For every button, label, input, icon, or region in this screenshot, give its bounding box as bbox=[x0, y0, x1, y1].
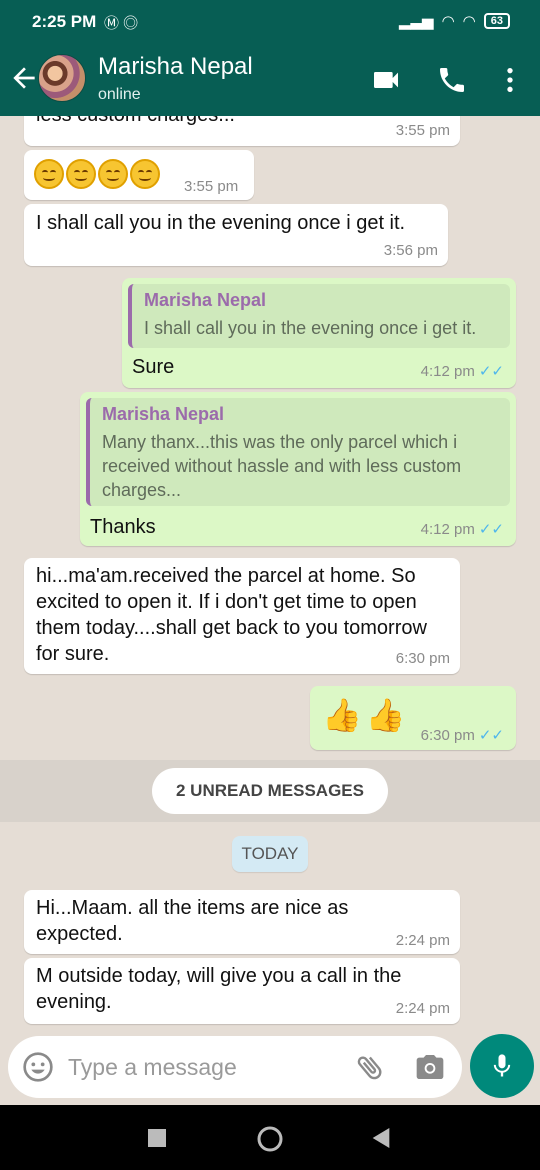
message-incoming-emoji[interactable]: 3:55 pm bbox=[24, 150, 254, 200]
smiling-face-icon bbox=[98, 159, 128, 189]
message-time: 2:24 pm bbox=[395, 932, 450, 949]
contact-name[interactable]: Marisha Nepal bbox=[98, 53, 253, 81]
home-icon[interactable] bbox=[256, 1125, 284, 1153]
read-receipt-icon: ✓✓ bbox=[478, 727, 504, 744]
status-bar: 2:25 PM Ⓜ ◎ ▂▃▅ ◠ ◠ 63 bbox=[0, 0, 540, 42]
more-options-icon[interactable] bbox=[494, 64, 526, 96]
smiling-face-emojis bbox=[34, 159, 162, 189]
video-call-icon[interactable] bbox=[370, 64, 402, 96]
signal-icon: ▂▃▅ bbox=[398, 13, 434, 30]
read-receipt-icon: ✓✓ bbox=[478, 521, 504, 538]
message-time: 4:12 pm bbox=[420, 521, 475, 538]
smiling-face-icon bbox=[130, 159, 160, 189]
chat-header: Marisha Nepal online bbox=[0, 42, 540, 116]
message-input-bar[interactable]: Type a message bbox=[8, 1036, 462, 1098]
thumbs-up-emojis: 👍 👍 bbox=[322, 696, 410, 734]
quoted-text: I shall call you in the evening once i g… bbox=[144, 318, 477, 338]
message-text: M outside today, will give you a call in… bbox=[36, 965, 402, 1013]
attach-icon[interactable] bbox=[354, 1051, 386, 1083]
message-time: 2:24 pm bbox=[395, 1000, 450, 1017]
message-time-status: 6:30 pm ✓✓ bbox=[421, 726, 504, 744]
notification-icons: Ⓜ ◎ bbox=[104, 15, 139, 32]
quoted-message[interactable]: Marisha Nepal Many thanx...this was the … bbox=[86, 398, 510, 506]
voice-record-button[interactable] bbox=[470, 1034, 534, 1098]
message-text: Thanks bbox=[90, 516, 156, 538]
message-time-status: 4:12 pm ✓✓ bbox=[421, 362, 504, 380]
message-incoming[interactable]: I shall call you in the evening once i g… bbox=[24, 204, 448, 266]
message-text: I shall call you in the evening once i g… bbox=[36, 212, 406, 234]
emoji-icon[interactable] bbox=[22, 1051, 54, 1083]
message-time-status: 4:12 pm ✓✓ bbox=[421, 520, 504, 538]
microphone-icon bbox=[493, 1054, 511, 1077]
status-right-icons: ▂▃▅ ◠ ◠ 63 bbox=[399, 12, 510, 30]
contact-avatar[interactable] bbox=[38, 54, 86, 102]
message-time: 6:30 pm bbox=[395, 650, 450, 667]
message-outgoing-emoji[interactable]: 👍 👍 6:30 pm ✓✓ bbox=[310, 686, 516, 750]
chat-area[interactable]: less custom charges... 3:55 pm 3:55 pm I… bbox=[0, 116, 540, 1030]
message-time: 6:30 pm bbox=[420, 727, 475, 744]
wifi-icon-secondary: ◠ bbox=[462, 13, 476, 30]
message-time: 3:55 pm bbox=[395, 122, 450, 139]
unread-messages-label: 2 UNREAD MESSAGES bbox=[152, 768, 388, 814]
message-text: less custom charges... bbox=[36, 116, 235, 128]
date-separator: TODAY bbox=[232, 836, 308, 872]
quoted-message[interactable]: Marisha Nepal I shall call you in the ev… bbox=[128, 284, 510, 348]
system-navigation-bar bbox=[0, 1105, 540, 1170]
message-time: 3:56 pm bbox=[383, 242, 438, 259]
message-text: hi...ma'am.received the parcel at home. … bbox=[36, 565, 427, 665]
back-arrow-icon[interactable] bbox=[8, 62, 40, 94]
message-time: 3:55 pm bbox=[184, 178, 239, 195]
status-time: 2:25 PM bbox=[32, 12, 97, 31]
quoted-author: Marisha Nepal bbox=[102, 404, 225, 424]
thumbs-up-icon: 👍 bbox=[322, 697, 362, 733]
read-receipt-icon: ✓✓ bbox=[478, 363, 504, 380]
message-input[interactable]: Type a message bbox=[68, 1054, 237, 1081]
message-text: Sure bbox=[132, 356, 175, 378]
battery-icon: 63 bbox=[483, 13, 510, 29]
recent-apps-icon[interactable] bbox=[148, 1129, 166, 1147]
message-incoming[interactable]: less custom charges... 3:55 pm bbox=[24, 116, 460, 146]
message-incoming[interactable]: Hi...Maam. all the items are nice as exp… bbox=[24, 890, 460, 954]
quoted-text: Many thanx...this was the only parcel wh… bbox=[102, 432, 462, 500]
quoted-author: Marisha Nepal bbox=[144, 290, 267, 310]
message-incoming[interactable]: M outside today, will give you a call in… bbox=[24, 958, 460, 1024]
contact-status: online bbox=[98, 86, 141, 103]
message-outgoing-reply[interactable]: Marisha Nepal Many thanx...this was the … bbox=[80, 392, 516, 546]
message-time: 4:12 pm bbox=[420, 363, 475, 380]
message-text: Hi...Maam. all the items are nice as exp… bbox=[36, 897, 349, 945]
smiling-face-icon bbox=[66, 159, 96, 189]
back-nav-icon[interactable] bbox=[372, 1128, 390, 1148]
unread-divider: 2 UNREAD MESSAGES bbox=[0, 760, 540, 822]
smiling-face-icon bbox=[34, 159, 64, 189]
camera-icon[interactable] bbox=[414, 1051, 446, 1083]
message-outgoing-reply[interactable]: Marisha Nepal I shall call you in the ev… bbox=[122, 278, 516, 388]
message-incoming[interactable]: hi...ma'am.received the parcel at home. … bbox=[24, 558, 460, 674]
wifi-icon: ◠ bbox=[441, 13, 455, 30]
thumbs-up-icon: 👍 bbox=[365, 697, 406, 733]
voice-call-icon[interactable] bbox=[436, 64, 468, 96]
